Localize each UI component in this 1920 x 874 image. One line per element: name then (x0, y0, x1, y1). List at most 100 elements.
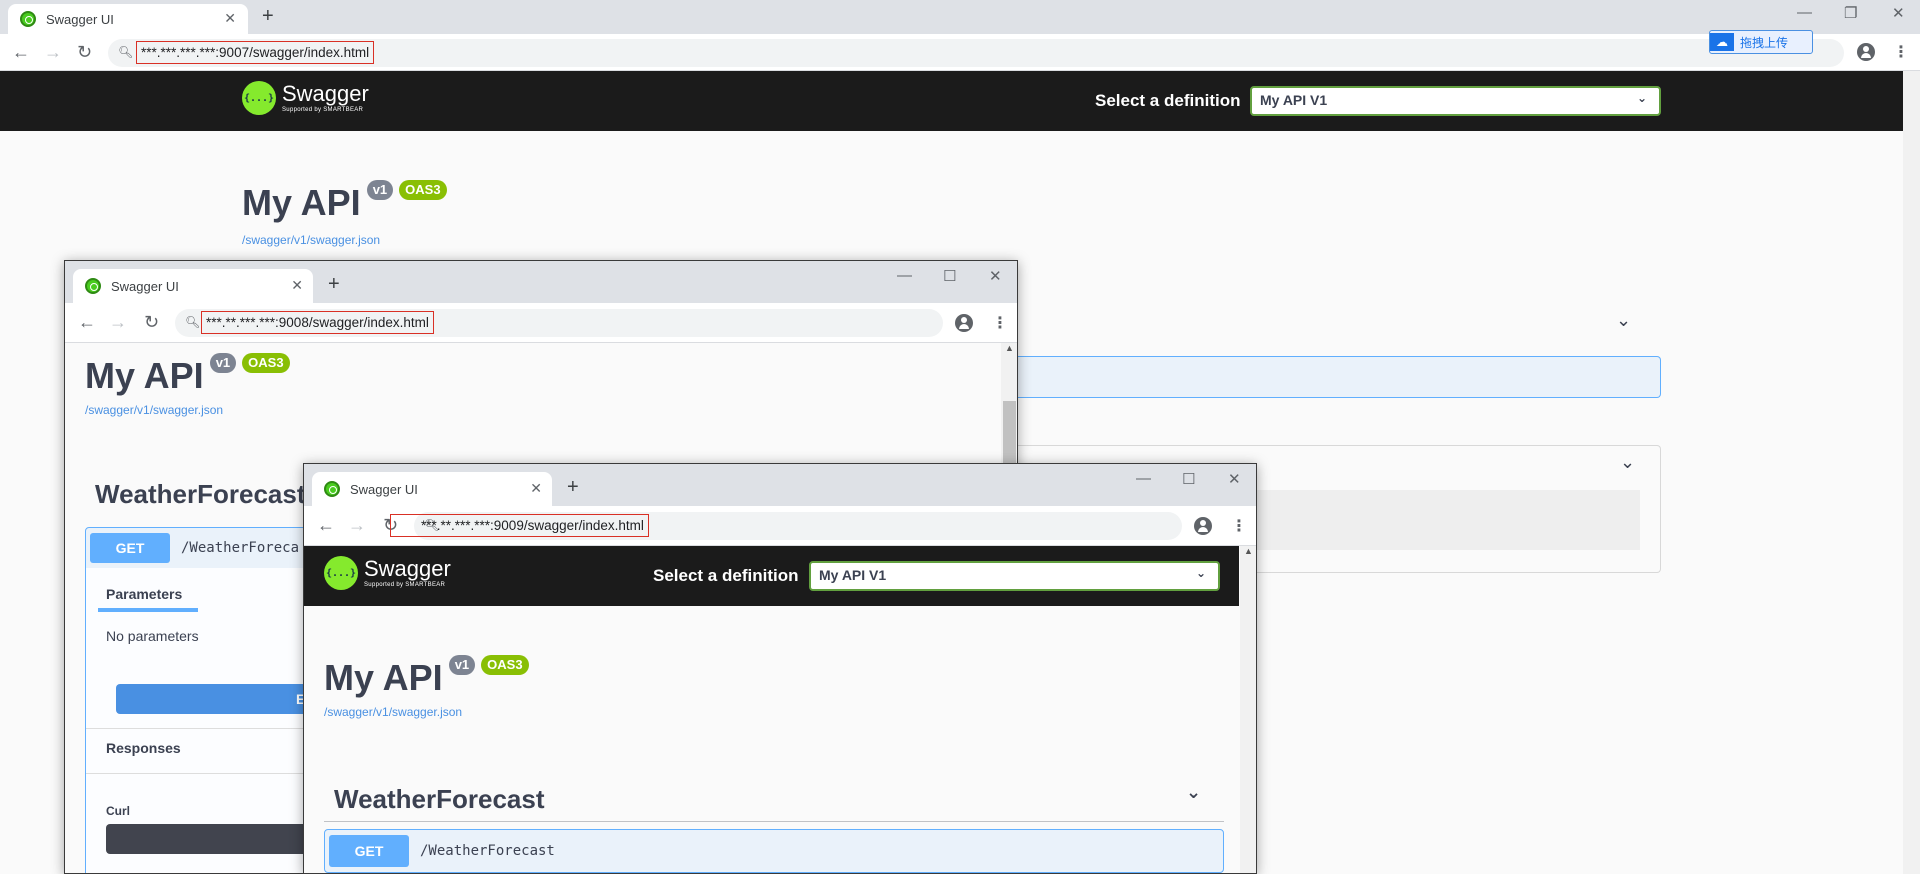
oas-badge: OAS3 (481, 655, 529, 675)
main-scrollbar[interactable] (1903, 71, 1920, 874)
swagger-favicon-icon (20, 11, 36, 27)
profile-icon[interactable] (955, 314, 973, 332)
profile-icon[interactable] (1857, 43, 1875, 61)
definition-select-value: My API V1 (1260, 92, 1328, 108)
version-badge: v1 (448, 655, 476, 675)
profile-icon[interactable] (1194, 517, 1212, 535)
address-bar[interactable]: 🔍︎ ***.**.***.***:9009/swagger/index.htm… (390, 512, 1182, 540)
tab-title: Swagger UI (350, 481, 418, 497)
swagger-topbar: {...} Swagger Supported by SMARTBEAR Sel… (304, 546, 1239, 606)
tab-swagger-ui[interactable]: Swagger UI ✕ (73, 269, 313, 303)
minimize-icon[interactable]: — (1136, 470, 1151, 487)
api-title-text: My API (324, 657, 443, 698)
new-tab-button[interactable]: + (328, 274, 340, 294)
tag-chevron-icon[interactable]: ⌄ (1186, 782, 1201, 803)
select-definition-label: Select a definition (1095, 91, 1241, 110)
extension-label: 拖拽上传 (1740, 35, 1789, 50)
close-window-icon[interactable]: ✕ (1228, 470, 1241, 488)
swagger-json-link[interactable]: /swagger/v1/swagger.json (242, 233, 380, 247)
cloud-icon: ☁ (1710, 33, 1734, 51)
swagger-logo-name: Swagger (364, 556, 451, 581)
opblock-get-bg[interactable] (1000, 356, 1661, 398)
tag-header[interactable]: WeatherForecast ⌄ (324, 778, 1224, 822)
forward-icon[interactable]: → (109, 313, 127, 331)
close-window-icon[interactable]: ✕ (989, 267, 1002, 285)
scroll-up-icon[interactable]: ▲ (1005, 343, 1014, 353)
parameters-tab[interactable]: Parameters (106, 586, 182, 602)
restore-icon[interactable]: ❐ (1844, 4, 1857, 22)
back-icon[interactable]: ← (12, 43, 30, 61)
tab-strip: Swagger UI ✕ + — ❐ ✕ (0, 0, 1920, 34)
api-title-text: My API (85, 355, 204, 396)
url-text[interactable]: ***.**.***.***:9009/swagger/index.html (390, 514, 649, 537)
tab-close-icon[interactable]: ✕ (530, 480, 542, 497)
swagger-logo-sub: Supported by SMARTBEAR (364, 582, 446, 588)
tab-swagger-ui[interactable]: Swagger UI ✕ (312, 472, 552, 506)
tab-swagger-ui[interactable]: Swagger UI ✕ (8, 4, 248, 34)
menu-icon[interactable]: ⋮ (992, 313, 1008, 333)
forward-icon[interactable]: → (348, 516, 366, 534)
back-icon[interactable]: ← (78, 313, 96, 331)
new-tab-button[interactable]: + (567, 477, 579, 497)
swagger-logo[interactable]: {...} Swagger Supported by SMARTBEAR (242, 81, 369, 115)
menu-icon[interactable]: ⋮ (1893, 42, 1909, 62)
swagger-logo[interactable]: {...} Swagger Supported by SMARTBEAR (324, 556, 451, 590)
browser-window-9009: Swagger UI ✕ + — ☐ ✕ ← → ↻ 🔍︎ ***.**.***… (303, 463, 1257, 874)
forward-icon[interactable]: → (44, 43, 62, 61)
close-window-icon[interactable]: ✕ (1892, 4, 1905, 22)
search-icon: 🔍︎ (118, 45, 134, 59)
back-icon[interactable]: ← (317, 516, 335, 534)
swagger-json-link[interactable]: /swagger/v1/swagger.json (85, 403, 223, 417)
opblock-get[interactable]: GET /WeatherForecast (324, 829, 1224, 873)
section-chevron-icon[interactable]: ⌄ (1620, 452, 1635, 473)
browser-toolbar: ← → ↻ 🔍︎ ***.***.***.***:9007/swagger/in… (0, 30, 1920, 71)
tab-close-icon[interactable]: ✕ (224, 10, 236, 27)
tab-title: Swagger UI (111, 278, 179, 294)
upload-extension-button[interactable]: ☁ 拖拽上传 (1709, 30, 1813, 54)
minimize-icon[interactable]: — (1797, 4, 1812, 21)
new-tab-button[interactable]: + (262, 6, 274, 26)
no-parameters-text: No parameters (106, 628, 199, 644)
window-scrollbar[interactable]: ▲ (1240, 546, 1256, 873)
reload-icon[interactable]: ↻ (77, 43, 92, 61)
definition-select[interactable]: My API V1 ⌄ (1250, 86, 1661, 116)
oas-badge: OAS3 (399, 180, 447, 200)
api-title: My API v1 OAS3 (85, 353, 290, 397)
operation-path[interactable]: /WeatherForeca (181, 540, 299, 556)
url-text[interactable]: ***.**.***.***:9008/swagger/index.html (201, 311, 434, 334)
swagger-json-link[interactable]: /swagger/v1/swagger.json (324, 705, 462, 719)
responses-label: Responses (106, 740, 181, 756)
curl-label: Curl (106, 804, 130, 818)
tag-chevron-icon[interactable]: ⌄ (1616, 310, 1631, 331)
scroll-up-icon[interactable]: ▲ (1244, 546, 1253, 556)
chevron-down-icon: ⌄ (1636, 91, 1647, 105)
address-bar[interactable]: 🔍︎ ***.**.***.***:9008/swagger/index.htm… (175, 309, 943, 337)
operation-path[interactable]: /WeatherForecast (420, 843, 555, 859)
reload-icon[interactable]: ↻ (144, 313, 159, 331)
address-bar[interactable]: 🔍︎ ***.***.***.***:9007/swagger/index.ht… (108, 39, 1844, 67)
tag-title: WeatherForecast (334, 784, 545, 814)
swagger-favicon-icon (324, 481, 340, 497)
swagger-logo-name: Swagger (282, 81, 369, 106)
tab-strip: Swagger UI ✕ + — ☐ ✕ (304, 464, 1256, 506)
maximize-icon[interactable]: ☐ (1182, 470, 1195, 488)
minimize-icon[interactable]: — (897, 267, 912, 284)
maximize-icon[interactable]: ☐ (943, 267, 956, 285)
url-text[interactable]: ***.***.***.***:9007/swagger/index.html (136, 41, 375, 64)
tab-strip: Swagger UI ✕ + — ☐ ✕ (65, 261, 1017, 303)
menu-icon[interactable]: ⋮ (1231, 516, 1247, 536)
browser-toolbar: ← → ↻ 🔍︎ ***.**.***.***:9008/swagger/ind… (65, 303, 1017, 343)
swagger-logo-icon: {...} (242, 81, 276, 115)
swagger-logo-sub: Supported by SMARTBEAR (282, 107, 364, 113)
get-method-badge[interactable]: GET (329, 835, 409, 867)
tag-title[interactable]: WeatherForecast (95, 479, 306, 510)
tab-close-icon[interactable]: ✕ (291, 277, 303, 294)
api-title: My API v1 OAS3 (324, 655, 529, 699)
parameters-tab-underline (98, 608, 198, 612)
swagger-topbar: {...} Swagger Supported by SMARTBEAR Sel… (0, 71, 1920, 131)
browser-toolbar: ← → ↻ 🔍︎ ***.**.***.***:9009/swagger/ind… (304, 506, 1256, 546)
get-method-badge[interactable]: GET (90, 533, 170, 563)
definition-select[interactable]: My API V1 ⌄ (809, 561, 1220, 591)
api-title: My API v1 OAS3 (242, 180, 447, 224)
api-title-text: My API (242, 182, 361, 223)
